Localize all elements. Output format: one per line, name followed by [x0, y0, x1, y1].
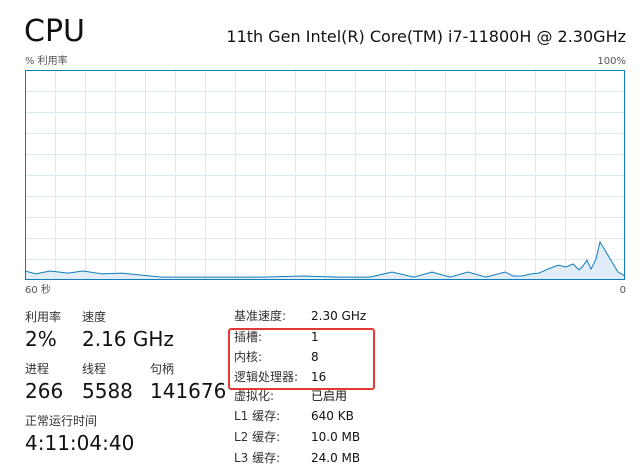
- info-row-base-speed: 基准速度: 2.30 GHz: [234, 306, 414, 326]
- processes-value: 266: [25, 379, 64, 403]
- utilization-value: 2%: [25, 327, 57, 351]
- info-value: 24.0 MB: [311, 451, 361, 465]
- uptime-value: 4:11:04:40: [25, 431, 135, 455]
- graph-grid: [25, 70, 625, 280]
- info-row-l1-cache: L1 缓存: 640 KB: [234, 406, 414, 426]
- cpu-utilization-graph: [25, 70, 625, 280]
- uptime-label: 正常运行时间: [25, 414, 98, 428]
- info-value: 2.30 GHz: [311, 309, 367, 323]
- cpu-model-name: 11th Gen Intel(R) Core(TM) i7-11800H @ 2…: [226, 27, 626, 46]
- graph-x-left-label: 60 秒: [25, 285, 51, 296]
- threads-value: 5588: [82, 379, 133, 403]
- info-row-l3-cache: L3 缓存: 24.0 MB: [234, 448, 414, 468]
- info-value: 640 KB: [311, 409, 354, 423]
- speed-value: 2.16 GHz: [82, 327, 174, 351]
- speed-label: 速度: [82, 310, 107, 324]
- info-key: L1 缓存:: [234, 409, 281, 423]
- info-key: 基准速度:: [234, 309, 287, 323]
- handles-value: 141676: [150, 379, 227, 403]
- highlight-annotation-box: [228, 328, 375, 390]
- info-value: 10.0 MB: [311, 430, 361, 444]
- page-title: CPU: [24, 14, 85, 49]
- graph-x-right-label: 0: [619, 285, 626, 296]
- threads-label: 线程: [82, 362, 107, 376]
- utilization-label: 利用率: [25, 310, 62, 324]
- info-row-l2-cache: L2 缓存: 10.0 MB: [234, 427, 414, 447]
- info-key: L3 缓存:: [234, 451, 281, 465]
- processes-label: 进程: [25, 362, 50, 376]
- handles-label: 句柄: [150, 362, 175, 376]
- info-key: L2 缓存:: [234, 430, 281, 444]
- graph-y-label: % 利用率: [25, 56, 68, 67]
- graph-y-max-label: 100%: [597, 56, 626, 67]
- cpu-utilization-chart: [25, 70, 625, 280]
